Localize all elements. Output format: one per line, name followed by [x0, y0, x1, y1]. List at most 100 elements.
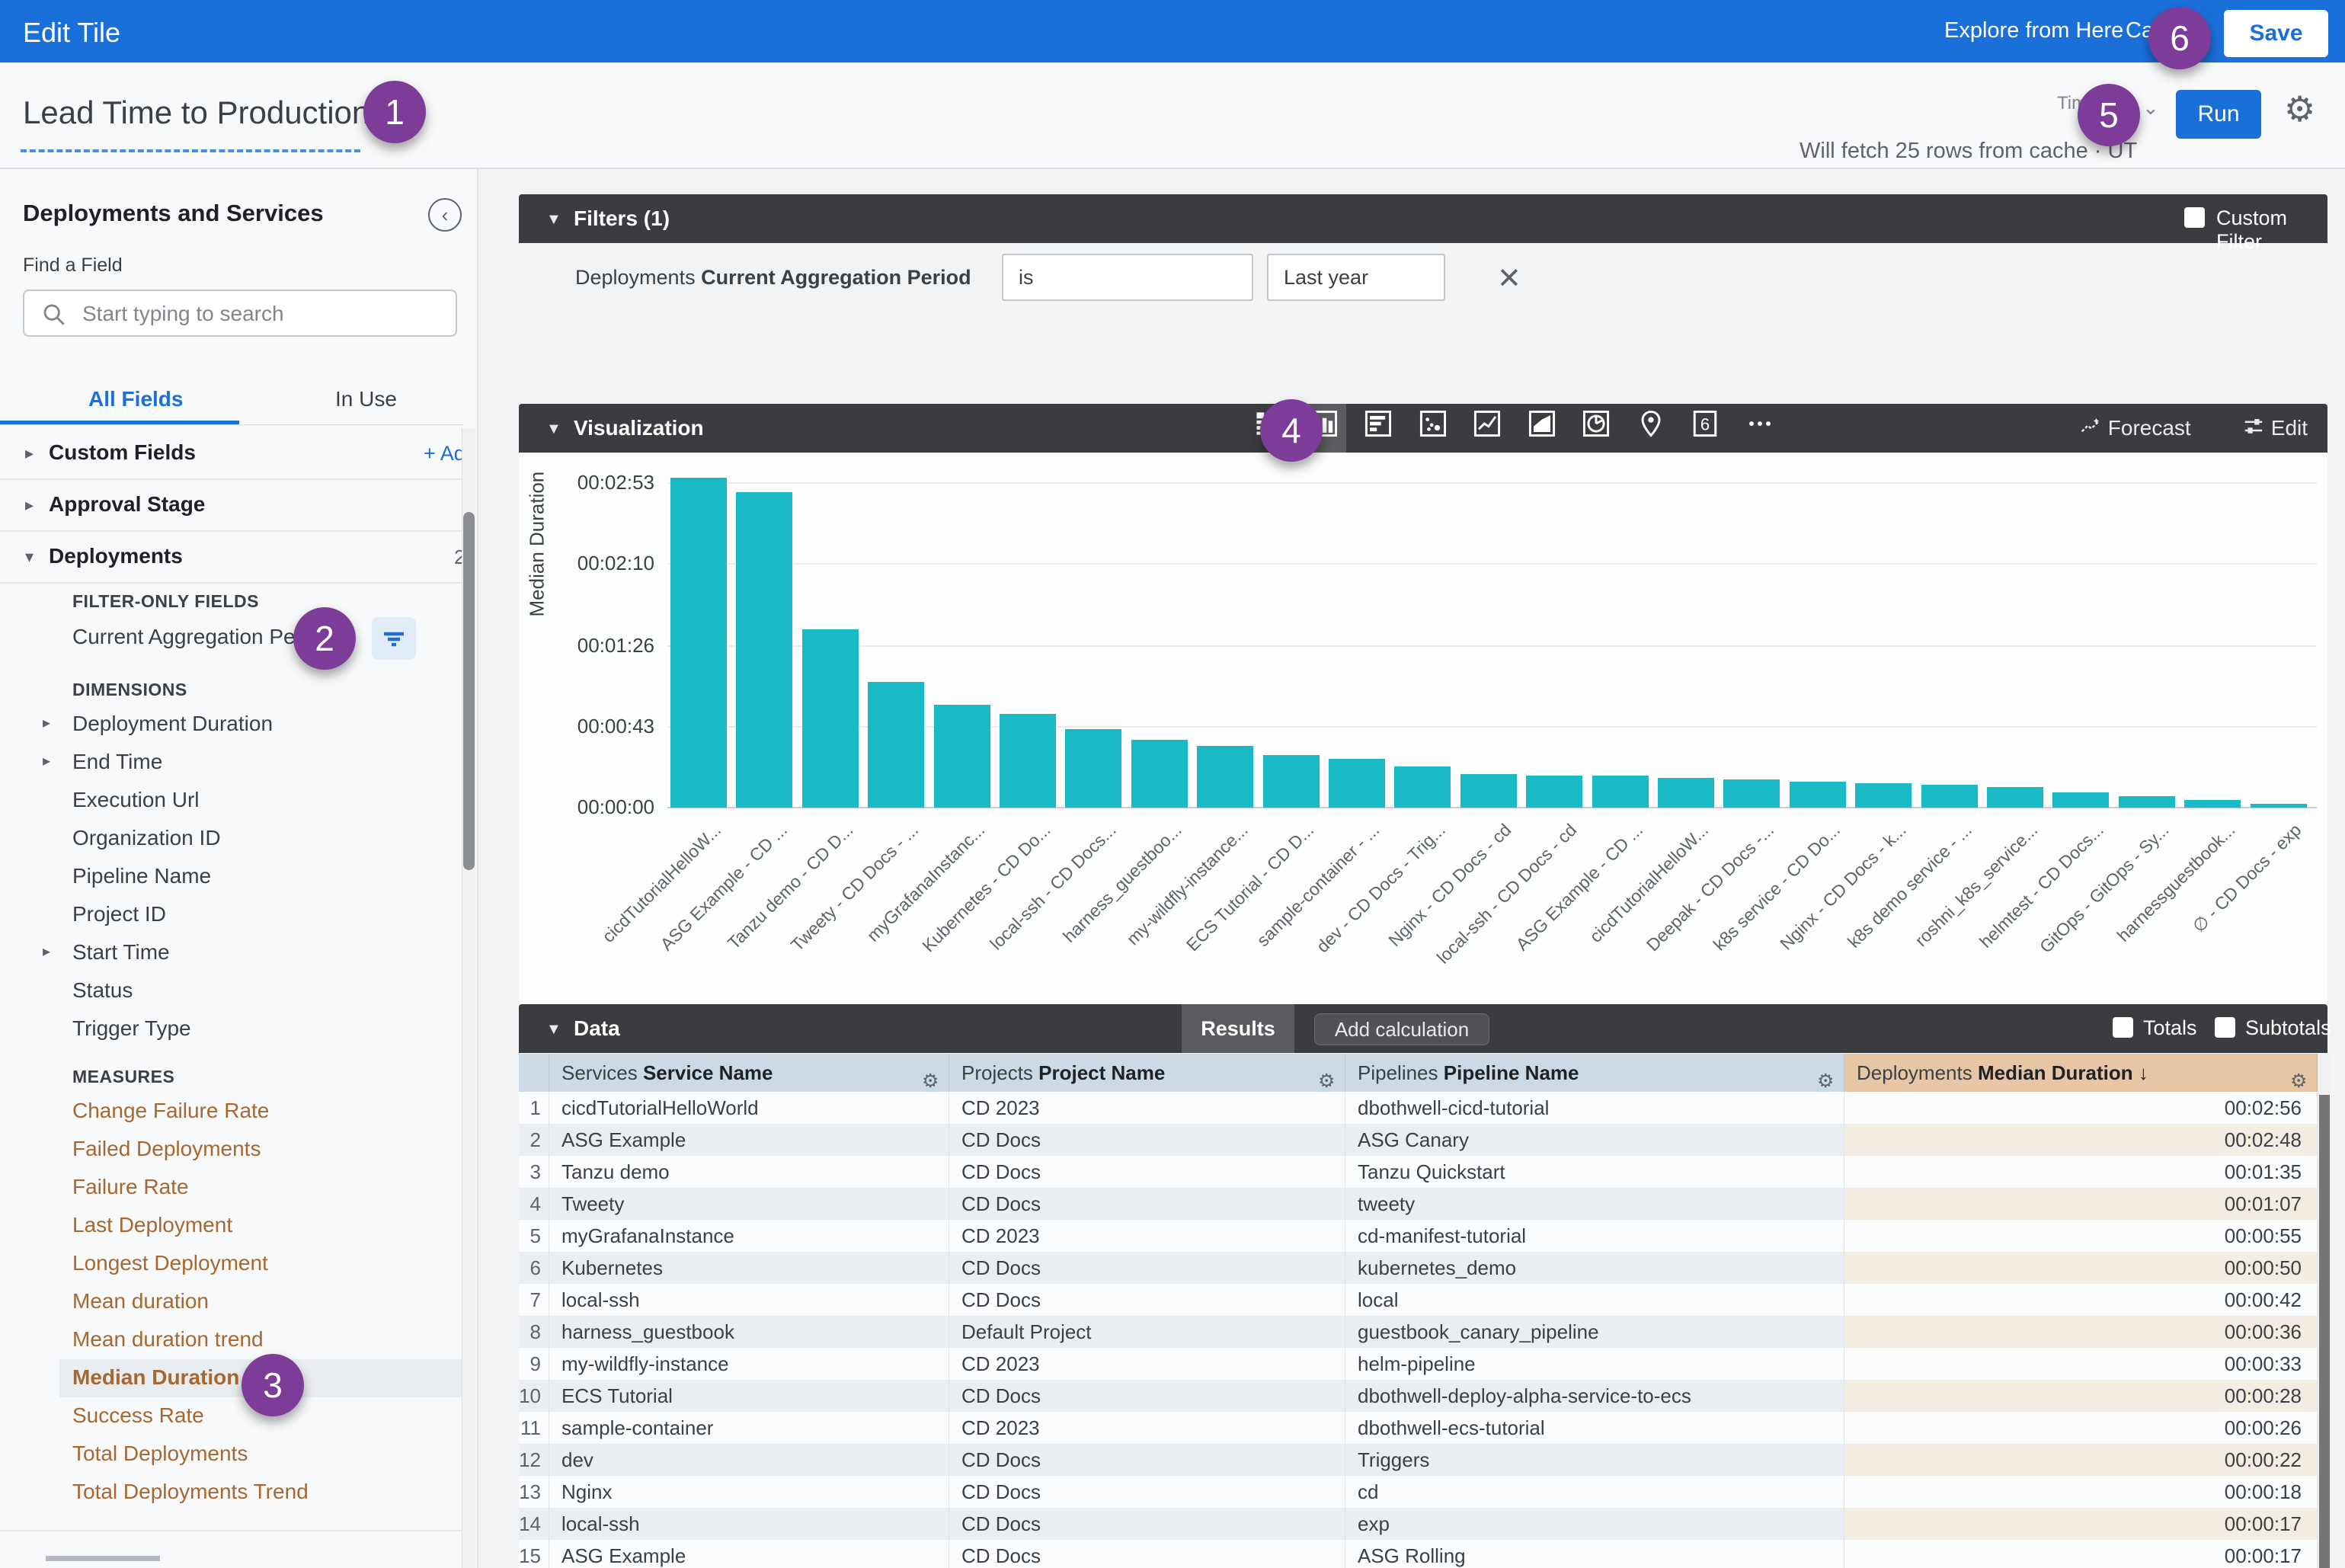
bar-25[interactable]: [2251, 804, 2307, 808]
tab-all-fields[interactable]: All Fields: [88, 387, 183, 411]
bar-23[interactable]: [2119, 796, 2175, 808]
line-chart-icon[interactable]: [1465, 407, 1509, 450]
sidebar-dimension-organization-id[interactable]: Organization ID: [0, 820, 463, 858]
bar-20[interactable]: [1921, 785, 1978, 808]
sidebar-measure-failure-rate[interactable]: Failure Rate: [0, 1169, 463, 1207]
cell-pipeline[interactable]: guestbook_canary_pipeline: [1345, 1316, 1844, 1348]
cell-project[interactable]: Default Project: [949, 1316, 1345, 1348]
sidebar-measure-success-rate[interactable]: Success Rate: [0, 1397, 463, 1435]
column-gear-icon[interactable]: ⚙: [1318, 1062, 1335, 1092]
bar-12[interactable]: [1394, 766, 1451, 808]
cell-project[interactable]: CD Docs: [949, 1444, 1345, 1476]
single-value-icon[interactable]: 6: [1683, 407, 1727, 450]
totals-checkbox[interactable]: [2113, 1017, 2133, 1038]
sidebar-measure-last-deployment[interactable]: Last Deployment: [0, 1207, 463, 1245]
sidebar-group-deployments[interactable]: ▾Deployments2: [0, 532, 463, 584]
cell-duration[interactable]: 00:00:55: [1844, 1220, 2318, 1252]
cell-duration[interactable]: 00:00:22: [1844, 1444, 2318, 1476]
cell-project[interactable]: CD Docs: [949, 1252, 1345, 1284]
cell-pipeline[interactable]: ASG Rolling: [1345, 1540, 1844, 1568]
cell-project[interactable]: CD Docs: [949, 1380, 1345, 1412]
bar-15[interactable]: [1592, 776, 1649, 808]
remove-filter-icon[interactable]: ✕: [1497, 261, 1521, 296]
cell-service[interactable]: ECS Tutorial: [549, 1380, 949, 1412]
visualization-header-label[interactable]: Visualization: [574, 416, 704, 440]
subtotals-checkbox[interactable]: [2215, 1017, 2235, 1038]
bar-chart-icon[interactable]: [1356, 407, 1400, 450]
cell-service[interactable]: myGrafanaInstance: [549, 1220, 949, 1252]
bar-22[interactable]: [2052, 792, 2109, 808]
cell-pipeline[interactable]: dbothwell-ecs-tutorial: [1345, 1412, 1844, 1444]
bar-14[interactable]: [1526, 776, 1582, 808]
cell-project[interactable]: CD 2023: [949, 1348, 1345, 1380]
cell-project[interactable]: CD Docs: [949, 1540, 1345, 1568]
sidebar-measure-failed-deployments[interactable]: Failed Deployments: [0, 1131, 463, 1169]
area-chart-icon[interactable]: [1520, 407, 1564, 450]
cell-duration[interactable]: 00:00:17: [1844, 1540, 2318, 1568]
filters-header-label[interactable]: Filters (1): [574, 206, 670, 231]
column-header-pipeline-name[interactable]: Pipelines Pipeline Name⚙: [1345, 1054, 1844, 1092]
column-header-service-name[interactable]: Services Service Name⚙: [549, 1054, 949, 1092]
cell-duration[interactable]: 00:00:28: [1844, 1380, 2318, 1412]
cell-pipeline[interactable]: exp: [1345, 1508, 1844, 1540]
column-gear-icon[interactable]: ⚙: [1817, 1062, 1834, 1092]
cell-duration[interactable]: 00:00:36: [1844, 1316, 2318, 1348]
sidebar-dimension-status[interactable]: Status: [0, 972, 463, 1010]
save-button[interactable]: Save: [2224, 10, 2328, 57]
cell-pipeline[interactable]: cd-manifest-tutorial: [1345, 1220, 1844, 1252]
collapse-caret-icon[interactable]: ▼: [546, 1021, 561, 1038]
cell-service[interactable]: local-ssh: [549, 1284, 949, 1316]
cell-project[interactable]: CD Docs: [949, 1188, 1345, 1220]
bar-24[interactable]: [2184, 800, 2241, 808]
bar-7[interactable]: [1065, 729, 1121, 808]
cell-duration[interactable]: 00:02:56: [1844, 1092, 2318, 1124]
bar-11[interactable]: [1329, 759, 1385, 808]
cell-duration[interactable]: 00:00:33: [1844, 1348, 2318, 1380]
cell-pipeline[interactable]: local: [1345, 1284, 1844, 1316]
sidebar-measure-mean-duration[interactable]: Mean duration: [0, 1283, 463, 1321]
bar-19[interactable]: [1855, 783, 1912, 808]
sidebar-measure-total-deployments[interactable]: Total Deployments: [0, 1435, 463, 1474]
map-pin-icon[interactable]: [1629, 407, 1673, 450]
field-search-input[interactable]: Start typing to search: [23, 290, 457, 337]
bar-3[interactable]: [802, 629, 859, 808]
column-header-median-duration[interactable]: Deployments Median Duration ↓⚙: [1844, 1054, 2318, 1092]
cell-service[interactable]: Kubernetes: [549, 1252, 949, 1284]
cell-pipeline[interactable]: helm-pipeline: [1345, 1348, 1844, 1380]
cell-duration[interactable]: 00:00:17: [1844, 1508, 2318, 1540]
sidebar-dimension-trigger-type[interactable]: Trigger Type: [0, 1010, 463, 1048]
cell-pipeline[interactable]: cd: [1345, 1476, 1844, 1508]
bar-4[interactable]: [868, 682, 924, 808]
pie-chart-icon[interactable]: [1574, 407, 1618, 450]
tab-in-use[interactable]: In Use: [335, 387, 397, 411]
bar-13[interactable]: [1460, 774, 1517, 808]
cell-service[interactable]: ASG Example: [549, 1540, 949, 1568]
column-gear-icon[interactable]: ⚙: [2290, 1062, 2307, 1092]
cell-duration[interactable]: 00:01:07: [1844, 1188, 2318, 1220]
bar-1[interactable]: [670, 478, 727, 808]
more-icon[interactable]: [1738, 407, 1782, 450]
results-tab[interactable]: Results: [1182, 1004, 1294, 1053]
sidebar-group-custom-fields[interactable]: ▸Custom Fields+ Add: [0, 428, 463, 480]
tile-title[interactable]: Lead Time to Production: [23, 94, 370, 131]
bar-10[interactable]: [1263, 755, 1320, 808]
cell-duration[interactable]: 00:01:35: [1844, 1156, 2318, 1188]
filter-value-input[interactable]: Last year: [1267, 254, 1445, 301]
bar-21[interactable]: [1987, 787, 2043, 808]
sidebar-measure-total-deployments-trend[interactable]: Total Deployments Trend: [0, 1474, 463, 1512]
collapse-caret-icon[interactable]: ▼: [546, 211, 561, 229]
column-gear-icon[interactable]: ⚙: [922, 1062, 939, 1092]
bar-5[interactable]: [934, 705, 990, 808]
sidebar-dimension-end-time[interactable]: ▸End Time: [0, 744, 463, 782]
cell-service[interactable]: local-ssh: [549, 1508, 949, 1540]
cell-pipeline[interactable]: dbothwell-deploy-alpha-service-to-ecs: [1345, 1380, 1844, 1412]
sidebar-dimension-start-time[interactable]: ▸Start Time: [0, 934, 463, 972]
sidebar-dimension-deployment-duration[interactable]: ▸Deployment Duration: [0, 706, 463, 744]
collapse-sidebar-icon[interactable]: ‹: [428, 198, 462, 232]
cell-duration[interactable]: 00:00:18: [1844, 1476, 2318, 1508]
cell-project[interactable]: CD Docs: [949, 1508, 1345, 1540]
edit-viz-button[interactable]: Edit: [2242, 415, 2308, 440]
sidebar-measure-longest-deployment[interactable]: Longest Deployment: [0, 1245, 463, 1283]
cell-pipeline[interactable]: tweety: [1345, 1188, 1844, 1220]
cell-service[interactable]: dev: [549, 1444, 949, 1476]
